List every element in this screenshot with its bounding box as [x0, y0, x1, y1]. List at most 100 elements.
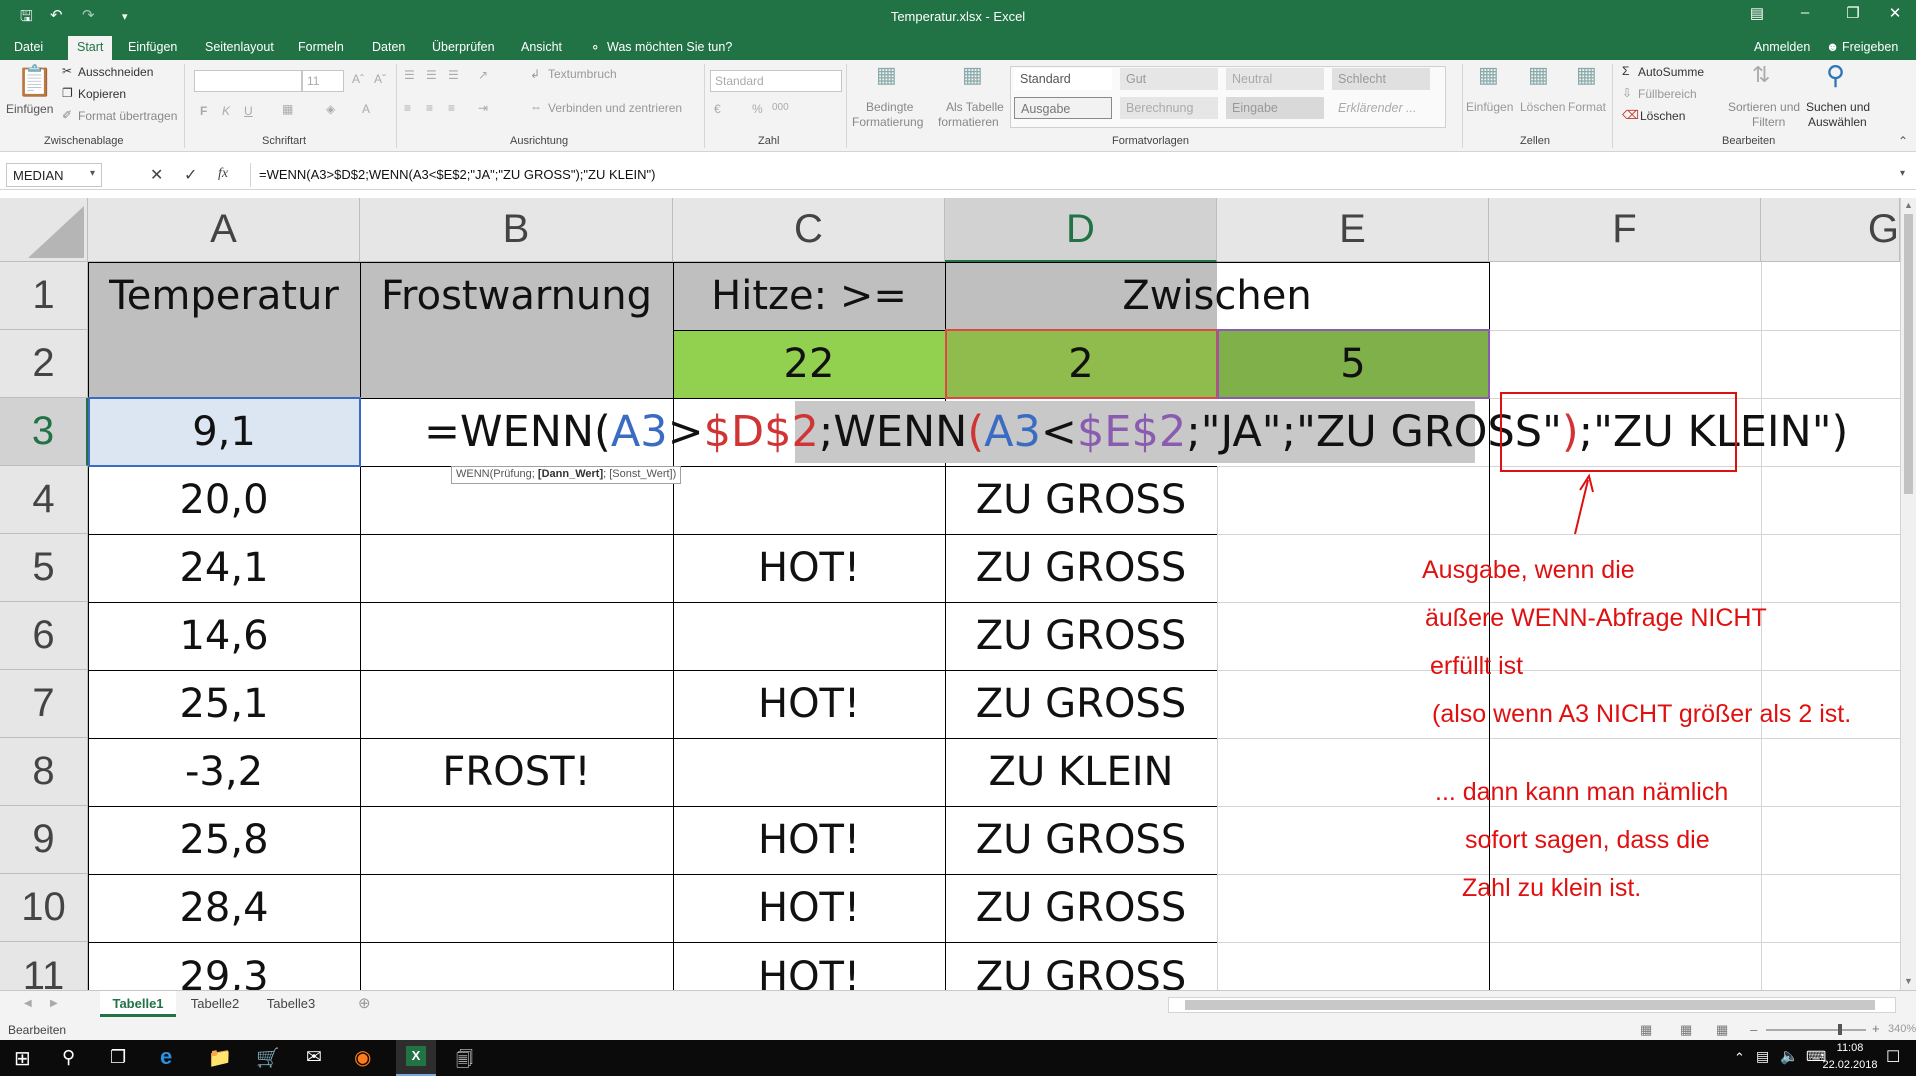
cell-d1[interactable]: Zwischen	[945, 262, 1489, 330]
grow-font-icon[interactable]: Aˆ	[352, 72, 364, 86]
cell-c11[interactable]: HOT!	[673, 942, 945, 990]
cell-d7[interactable]: ZU GROSS	[945, 670, 1217, 738]
cell-d4[interactable]: ZU GROSS	[945, 466, 1217, 534]
thousands-icon[interactable]: 000	[772, 102, 789, 113]
cell-a5[interactable]: 24,1	[88, 534, 360, 602]
sheet-tab-tabelle3[interactable]: Tabelle3	[256, 991, 326, 1017]
sort-filter-icon[interactable]: ⇅	[1752, 62, 1770, 88]
insert-cells-button[interactable]: Einfügen	[1466, 100, 1513, 114]
clock-date[interactable]: 22.02.2018	[1820, 1059, 1880, 1071]
align-center-icon[interactable]: ≡	[426, 101, 433, 115]
font-size-box[interactable]: 11	[302, 70, 344, 92]
taskbar-app-icon[interactable]: 🗐	[456, 1047, 473, 1076]
cut-button[interactable]: Ausschneiden	[78, 65, 153, 79]
cell-a8[interactable]: -3,2	[88, 738, 360, 806]
style-ausgabe[interactable]: Ausgabe	[1014, 97, 1112, 119]
firefox-icon[interactable]: ◉	[354, 1045, 371, 1070]
style-erklaerender[interactable]: Erklärender ...	[1332, 97, 1430, 119]
normal-view-icon[interactable]: ▦	[1640, 1022, 1652, 1038]
collapse-ribbon-icon[interactable]: ⌃	[1898, 134, 1908, 148]
enter-icon[interactable]: ✓	[184, 165, 197, 185]
currency-icon[interactable]: €	[714, 102, 721, 116]
cell-a10[interactable]: 28,4	[88, 874, 360, 942]
style-standard[interactable]: Standard	[1014, 68, 1112, 90]
cell-a7[interactable]: 25,1	[88, 670, 360, 738]
tab-formeln[interactable]: Formeln	[298, 40, 344, 54]
copy-button[interactable]: Kopieren	[78, 87, 126, 101]
delete-cells-icon[interactable]: ▦	[1528, 62, 1549, 88]
mail-icon[interactable]: ✉	[306, 1046, 322, 1069]
column-header-e[interactable]: E	[1217, 198, 1489, 262]
tab-ansicht[interactable]: Ansicht	[521, 40, 562, 54]
tab-datei[interactable]: Datei	[14, 40, 43, 54]
bold-button[interactable]: F	[200, 104, 207, 118]
expand-formula-icon[interactable]: ▾	[1900, 168, 1905, 179]
clock-time[interactable]: 11:08	[1820, 1042, 1880, 1054]
row-header-10[interactable]: 10	[0, 874, 88, 942]
format-as-table-label-1[interactable]: Als Tabelle	[946, 100, 1004, 114]
find-select-label-1[interactable]: Suchen und	[1806, 100, 1870, 114]
row-header-9[interactable]: 9	[0, 806, 88, 874]
zoom-slider[interactable]	[1766, 1029, 1866, 1031]
tab-einfuegen[interactable]: Einfügen	[128, 40, 177, 54]
sheet-tab-tabelle2[interactable]: Tabelle2	[180, 991, 250, 1017]
font-name-box[interactable]	[194, 70, 302, 92]
row-header-1[interactable]: 1	[0, 262, 88, 330]
scroll-up-icon[interactable]: ▲	[1904, 200, 1913, 210]
row-header-3[interactable]: 3	[0, 398, 88, 466]
fill-color-icon[interactable]: ◈	[326, 102, 335, 116]
style-neutral[interactable]: Neutral	[1226, 68, 1324, 90]
tray-chevron-icon[interactable]: ⌃	[1734, 1050, 1745, 1066]
select-all-corner[interactable]	[0, 198, 88, 262]
format-as-table-icon[interactable]: ▦	[962, 62, 983, 88]
indent-icon[interactable]: ⇥	[478, 101, 488, 115]
share-button[interactable]: Freigeben	[1842, 40, 1898, 54]
cell-c9[interactable]: HOT!	[673, 806, 945, 874]
scroll-down-icon[interactable]: ▼	[1904, 976, 1913, 986]
column-header-g[interactable]: G	[1761, 198, 1900, 262]
style-eingabe[interactable]: Eingabe	[1226, 97, 1324, 119]
column-header-a[interactable]: A	[88, 198, 360, 262]
cell-c5[interactable]: HOT!	[673, 534, 945, 602]
network-icon[interactable]: ▤	[1756, 1048, 1769, 1065]
taskbar-search-icon[interactable]: ⚲	[62, 1047, 75, 1068]
style-gut[interactable]: Gut	[1120, 68, 1218, 90]
tab-seitenlayout[interactable]: Seitenlayout	[205, 40, 274, 54]
row-header-11[interactable]: 11	[0, 942, 88, 990]
cell-c2[interactable]: 22	[673, 330, 945, 398]
sort-filter-label-2[interactable]: Filtern	[1752, 115, 1785, 129]
find-select-label-2[interactable]: Auswählen	[1808, 115, 1867, 129]
underline-button[interactable]: U	[244, 104, 253, 118]
store-icon[interactable]: 🛒	[256, 1046, 280, 1070]
orientation-icon[interactable]: ↗	[478, 68, 488, 82]
task-view-icon[interactable]: ❐	[110, 1047, 126, 1068]
zoom-in-icon[interactable]: +	[1872, 1021, 1880, 1036]
insert-cells-icon[interactable]: ▦	[1478, 62, 1499, 88]
cell-a1[interactable]: Temperatur	[88, 262, 360, 330]
autosum-button[interactable]: AutoSumme	[1638, 65, 1704, 79]
align-middle-icon[interactable]: ☰	[426, 68, 437, 82]
format-cells-button[interactable]: Format	[1568, 100, 1606, 114]
vertical-scroll-thumb[interactable]	[1904, 214, 1913, 494]
row-header-5[interactable]: 5	[0, 534, 88, 602]
percent-icon[interactable]: %	[752, 102, 763, 116]
column-header-c[interactable]: C	[673, 198, 945, 262]
italic-button[interactable]: K	[222, 104, 230, 118]
tab-ueberpruefen[interactable]: Überprüfen	[432, 40, 495, 54]
cell-a3[interactable]: 9,1	[88, 398, 360, 466]
prev-sheet-icon[interactable]: ◀	[24, 998, 32, 1009]
name-box[interactable]: MEDIAN	[6, 163, 102, 187]
style-schlecht[interactable]: Schlecht	[1332, 68, 1430, 90]
signin-link[interactable]: Anmelden	[1754, 40, 1810, 54]
cell-a11[interactable]: 29,3	[88, 942, 360, 990]
cell-d5[interactable]: ZU GROSS	[945, 534, 1217, 602]
horizontal-scroll-thumb[interactable]	[1185, 1000, 1875, 1010]
tell-me-box[interactable]: Was möchten Sie tun?	[607, 40, 732, 54]
cell-c10[interactable]: HOT!	[673, 874, 945, 942]
zoom-out-icon[interactable]: –	[1750, 1022, 1757, 1037]
conditional-formatting-icon[interactable]: ▦	[876, 62, 897, 88]
align-left-icon[interactable]: ≡	[404, 101, 411, 115]
cell-b8[interactable]: FROST!	[360, 738, 673, 806]
vertical-scrollbar[interactable]: ▲ ▼	[1900, 198, 1916, 990]
align-right-icon[interactable]: ≡	[448, 101, 455, 115]
